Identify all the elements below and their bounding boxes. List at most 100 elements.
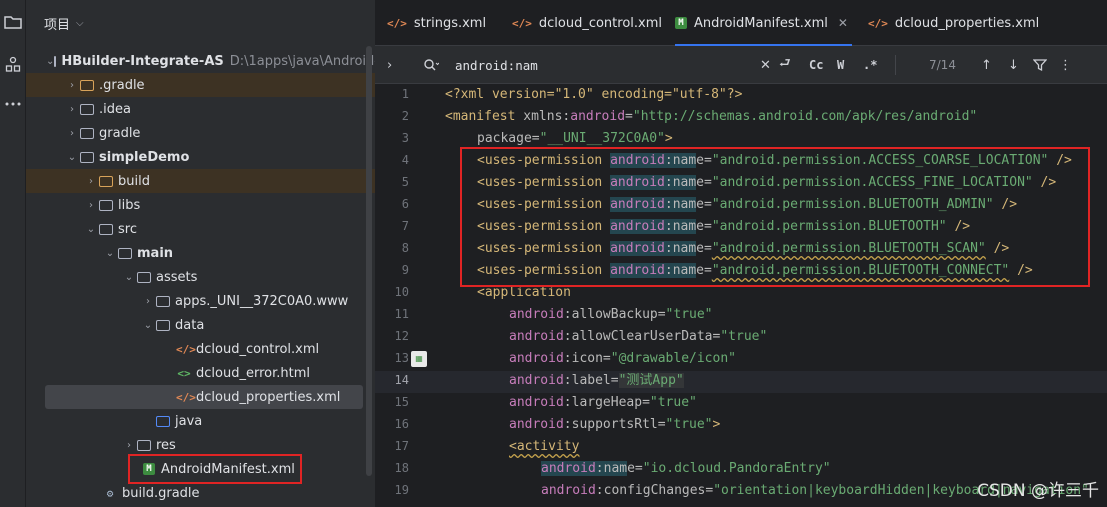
tab-dcloud-control[interactable]: </> dcloud_control.xml: [512, 0, 662, 46]
xml-file-icon: </>: [512, 16, 532, 30]
tab-strings[interactable]: </> strings.xml: [387, 0, 486, 46]
line-number: 12: [394, 329, 409, 343]
tree-item-label: java: [175, 413, 203, 429]
line-number: 6: [401, 197, 409, 211]
expanded-arrow-icon[interactable]: ⌄: [64, 152, 80, 163]
image-preview-icon[interactable]: ▦: [411, 351, 427, 367]
line-number: 2: [401, 109, 409, 123]
chevron-down-icon[interactable]: ⌵: [76, 18, 84, 29]
tree-item-java[interactable]: java: [26, 409, 375, 433]
folder-icon: [99, 199, 113, 211]
collapsed-arrow-icon[interactable]: ›: [140, 296, 156, 307]
tree-item-label: .idea: [99, 101, 131, 117]
close-icon[interactable]: ✕: [838, 16, 848, 30]
tree-item-label: assets: [156, 269, 198, 285]
expanded-arrow-icon[interactable]: ⌄: [46, 56, 54, 67]
tab-label: strings.xml: [413, 15, 487, 31]
match-case-button[interactable]: Cc: [809, 46, 823, 84]
tree-item-label: build.gradle: [122, 485, 200, 501]
tree-item-dcloud-control[interactable]: </> dcloud_control.xml: [26, 337, 375, 361]
tree-item-libs[interactable]: › libs: [26, 193, 375, 217]
tree-item-root[interactable]: ⌄ HBuilder-Integrate-AS D:\1apps\java\An…: [26, 49, 375, 73]
tree-item-data[interactable]: ⌄ data: [26, 313, 375, 337]
clear-icon[interactable]: ✕: [760, 46, 771, 84]
project-scrollbar[interactable]: [366, 46, 372, 476]
folder-icon: [80, 79, 94, 91]
search-icon[interactable]: [423, 46, 439, 84]
code-line-2: <manifest xmlns:android="http://schemas.…: [445, 109, 978, 124]
expanded-arrow-icon[interactable]: ⌄: [102, 248, 118, 259]
tree-item-label: src: [118, 221, 137, 237]
whole-words-button[interactable]: W: [837, 46, 844, 84]
folder-icon[interactable]: [1, 10, 25, 34]
line-number: 1: [401, 87, 409, 101]
search-input[interactable]: android:nam: [455, 46, 538, 84]
line-number: 11: [394, 307, 409, 321]
source-folder-icon: [156, 415, 170, 427]
tree-item-label: libs: [118, 197, 141, 213]
more-icon[interactable]: [1, 92, 25, 116]
assets-folder-icon: [137, 271, 151, 283]
collapsed-arrow-icon[interactable]: ›: [64, 80, 80, 91]
tree-item-src[interactable]: ⌄ src: [26, 217, 375, 241]
current-line-highlight: [375, 371, 1107, 393]
chevron-right-icon[interactable]: ›: [387, 46, 392, 84]
code-line-14: android:label="测试App": [509, 373, 684, 388]
tree-item-idea[interactable]: › .idea: [26, 97, 375, 121]
folder-icon: [118, 247, 132, 259]
html-file-icon: <>: [177, 366, 191, 380]
line-number: 19: [394, 483, 409, 497]
project-header[interactable]: 项目 ⌵: [26, 0, 375, 46]
line-number: 7: [401, 219, 409, 233]
match-count: 7/14: [929, 58, 956, 72]
arrow-down-icon[interactable]: ↓: [1008, 46, 1019, 84]
code-line-16: android:supportsRtl="true">: [509, 417, 721, 432]
collapsed-arrow-icon[interactable]: ›: [83, 176, 99, 187]
xml-file-icon: </>: [176, 390, 196, 404]
folder-icon: [156, 295, 170, 307]
collapsed-arrow-icon[interactable]: ›: [121, 440, 137, 451]
editor-tabs: </> strings.xml </> dcloud_control.xml M…: [375, 0, 1107, 46]
expanded-arrow-icon[interactable]: ⌄: [121, 272, 137, 283]
tree-item-label: dcloud_properties.xml: [196, 389, 341, 405]
tree-item-label: dcloud_error.html: [196, 365, 310, 381]
xml-file-icon: </>: [387, 16, 407, 30]
line-number: 4: [401, 153, 409, 167]
tree-item-label: gradle: [99, 125, 141, 141]
tree-item-assets[interactable]: ⌄ assets: [26, 265, 375, 289]
expanded-arrow-icon[interactable]: ⌄: [83, 224, 99, 235]
tree-item-label: apps._UNI__372C0A0.www: [175, 293, 349, 309]
tree-item-simpledemo[interactable]: ⌄ simpleDemo: [26, 145, 375, 169]
tree-item-dcloud-error[interactable]: <> dcloud_error.html: [26, 361, 375, 385]
resource-folder-icon: [137, 439, 151, 451]
tree-item-dcloud-properties[interactable]: </> dcloud_properties.xml: [45, 385, 363, 409]
tree-item-apps[interactable]: › apps._UNI__372C0A0.www: [26, 289, 375, 313]
tree-item-build-gradle[interactable]: ⚙ build.gradle: [26, 481, 375, 505]
code-line-1: <?xml version="1.0" encoding="utf-8"?>: [445, 87, 743, 102]
regex-button[interactable]: .*: [863, 46, 877, 84]
line-number: 13: [394, 351, 409, 365]
tab-androidmanifest[interactable]: M AndroidManifest.xml ✕: [675, 0, 852, 46]
tree-item-gradle[interactable]: › gradle: [26, 121, 375, 145]
line-number: 8: [401, 241, 409, 255]
tree-item-build[interactable]: › build: [26, 169, 375, 193]
arrow-up-icon[interactable]: ↑: [981, 46, 992, 84]
structure-icon[interactable]: [1, 52, 25, 76]
expanded-arrow-icon[interactable]: ⌄: [140, 320, 156, 331]
collapsed-arrow-icon[interactable]: ›: [64, 104, 80, 115]
new-line-icon[interactable]: ⮐: [779, 46, 791, 84]
project-panel: 项目 ⌵ ⌄ HBuilder-Integrate-AS D:\1apps\ja…: [26, 0, 375, 507]
tab-label: dcloud_control.xml: [538, 15, 662, 31]
tree-item-gradle-hidden[interactable]: › .gradle: [26, 73, 375, 97]
more-vertical-icon[interactable]: ⋮: [1059, 46, 1072, 84]
folder-icon: [99, 223, 113, 235]
filter-icon[interactable]: [1033, 46, 1047, 84]
collapsed-arrow-icon[interactable]: ›: [83, 200, 99, 211]
tree-item-main[interactable]: ⌄ main: [26, 241, 375, 265]
line-number: 17: [394, 439, 409, 453]
tab-label: dcloud_properties.xml: [894, 15, 1040, 31]
tab-dcloud-properties[interactable]: </> dcloud_properties.xml: [868, 0, 1039, 46]
tab-label: AndroidManifest.xml: [694, 15, 828, 31]
module-folder-icon: [80, 151, 94, 163]
collapsed-arrow-icon[interactable]: ›: [64, 128, 80, 139]
